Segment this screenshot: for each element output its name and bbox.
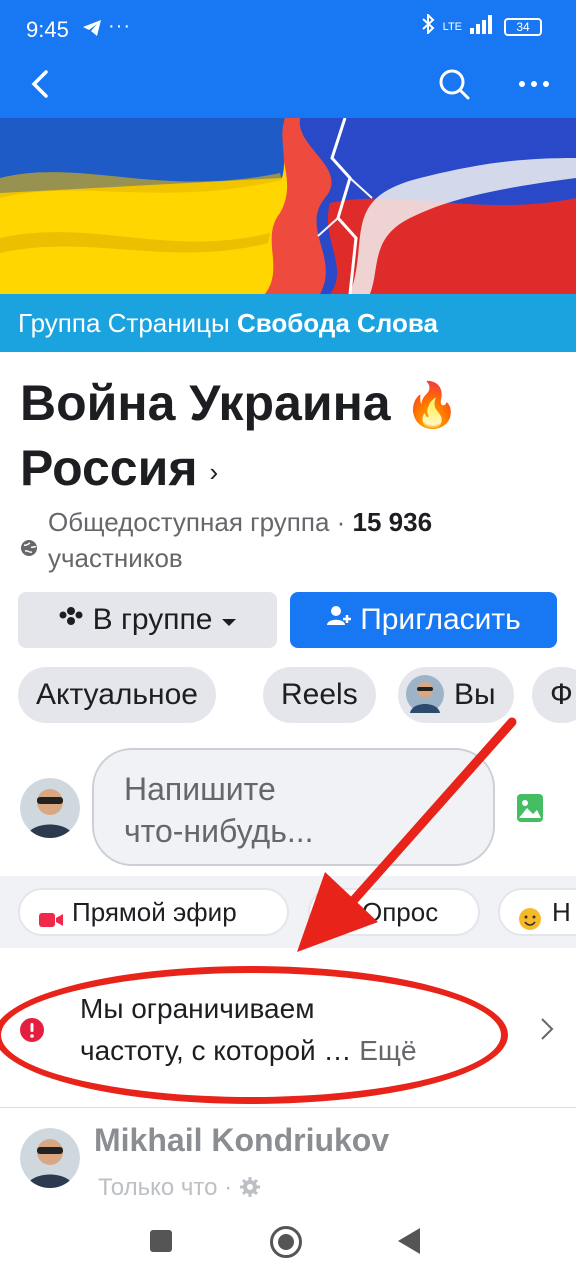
tab-featured[interactable]: Актуальное [18, 667, 216, 723]
bluetooth-icon [421, 12, 435, 39]
status-time: 9:45 [26, 17, 69, 42]
group-cover-image[interactable] [0, 118, 576, 294]
poll-label: Опрос [362, 897, 439, 927]
recent-apps-icon[interactable] [150, 1230, 172, 1252]
back-icon[interactable] [22, 64, 62, 104]
tab-you[interactable]: Вы [398, 667, 514, 723]
poll-button[interactable]: Опрос [308, 888, 480, 936]
network-type: LTE [442, 20, 462, 33]
joined-group-button[interactable]: В группе [18, 592, 277, 648]
avatar[interactable] [20, 1128, 80, 1188]
search-icon[interactable] [434, 64, 474, 104]
more-icon[interactable] [514, 64, 554, 104]
composer-actions: Прямой эфир Опрос Н [0, 876, 576, 948]
tab-you-label: Вы [454, 678, 496, 711]
gear-icon [239, 1174, 261, 1201]
post-header: Mikhail Kondriukov Только что · [0, 1110, 576, 1220]
avatar [406, 675, 444, 714]
feeling-label: Н [552, 897, 571, 927]
invite-label: Пригласить [360, 603, 521, 636]
composer-placeholder-line1: Напишите [124, 771, 276, 807]
signal-icon [470, 14, 496, 39]
group-members-icon [57, 603, 85, 637]
avatar[interactable] [20, 778, 80, 838]
group-title[interactable]: Война Украина 🔥 Россия › [20, 372, 540, 503]
status-bar: 9:45 ··· LTE 34 [0, 0, 576, 60]
chevron-right-icon: › [209, 456, 219, 487]
photo-icon[interactable] [516, 793, 544, 828]
group-title-line2: Россия [20, 440, 198, 496]
video-camera-icon [38, 900, 64, 934]
home-icon[interactable] [270, 1226, 302, 1258]
smile-icon [518, 900, 542, 934]
system-back-icon[interactable] [398, 1228, 420, 1254]
joined-group-label: В группе [92, 603, 213, 636]
tab-next[interactable]: Ф [532, 667, 576, 723]
group-visibility: Общедоступная группа [48, 507, 330, 537]
group-title-line1: Война Украина [20, 375, 391, 431]
meta-separator: · [329, 507, 353, 537]
members-count: 15 936 [352, 507, 433, 537]
tab-reels[interactable]: Reels [263, 667, 376, 723]
telegram-icon [82, 19, 102, 42]
chevron-right-icon [538, 1016, 556, 1047]
feeling-button[interactable]: Н [498, 888, 576, 936]
app-header: 9:45 ··· LTE 34 [0, 0, 576, 118]
poll-icon [328, 900, 352, 934]
post-time-separator: · [217, 1174, 239, 1201]
group-banner-name[interactable]: Свобода Слова [237, 308, 438, 338]
status-more-dots: ··· [108, 15, 131, 37]
fire-emoji: 🔥 [404, 381, 460, 430]
post-time-label: Только что [98, 1174, 218, 1201]
members-label: участников [48, 543, 183, 573]
battery-level: 34 [504, 17, 542, 36]
live-video-button[interactable]: Прямой эфир [18, 888, 289, 936]
group-tabs: Актуальное Reels Вы Ф [18, 667, 576, 723]
add-person-icon [326, 603, 352, 637]
post-author[interactable]: Mikhail Kondriukov [94, 1122, 389, 1159]
post-composer-input[interactable]: Напишите что-нибудь... [92, 748, 495, 866]
group-banner-prefix: Группа Страницы [18, 308, 230, 338]
system-nav-bar [0, 1210, 576, 1280]
composer-placeholder-line2: что-нибудь... [124, 813, 314, 849]
caret-down-icon [220, 603, 238, 637]
post-time: Только что · [98, 1174, 261, 1202]
annotation-oval [0, 966, 508, 1104]
live-video-label: Прямой эфир [72, 897, 237, 927]
group-meta: Общедоступная группа · 15 936 участников [20, 504, 560, 576]
group-page-banner[interactable]: Группа Страницы Свобода Слова [0, 294, 576, 352]
status-right: LTE 34 [421, 12, 542, 39]
globe-icon [20, 530, 38, 566]
invite-button[interactable]: Пригласить [290, 592, 557, 648]
